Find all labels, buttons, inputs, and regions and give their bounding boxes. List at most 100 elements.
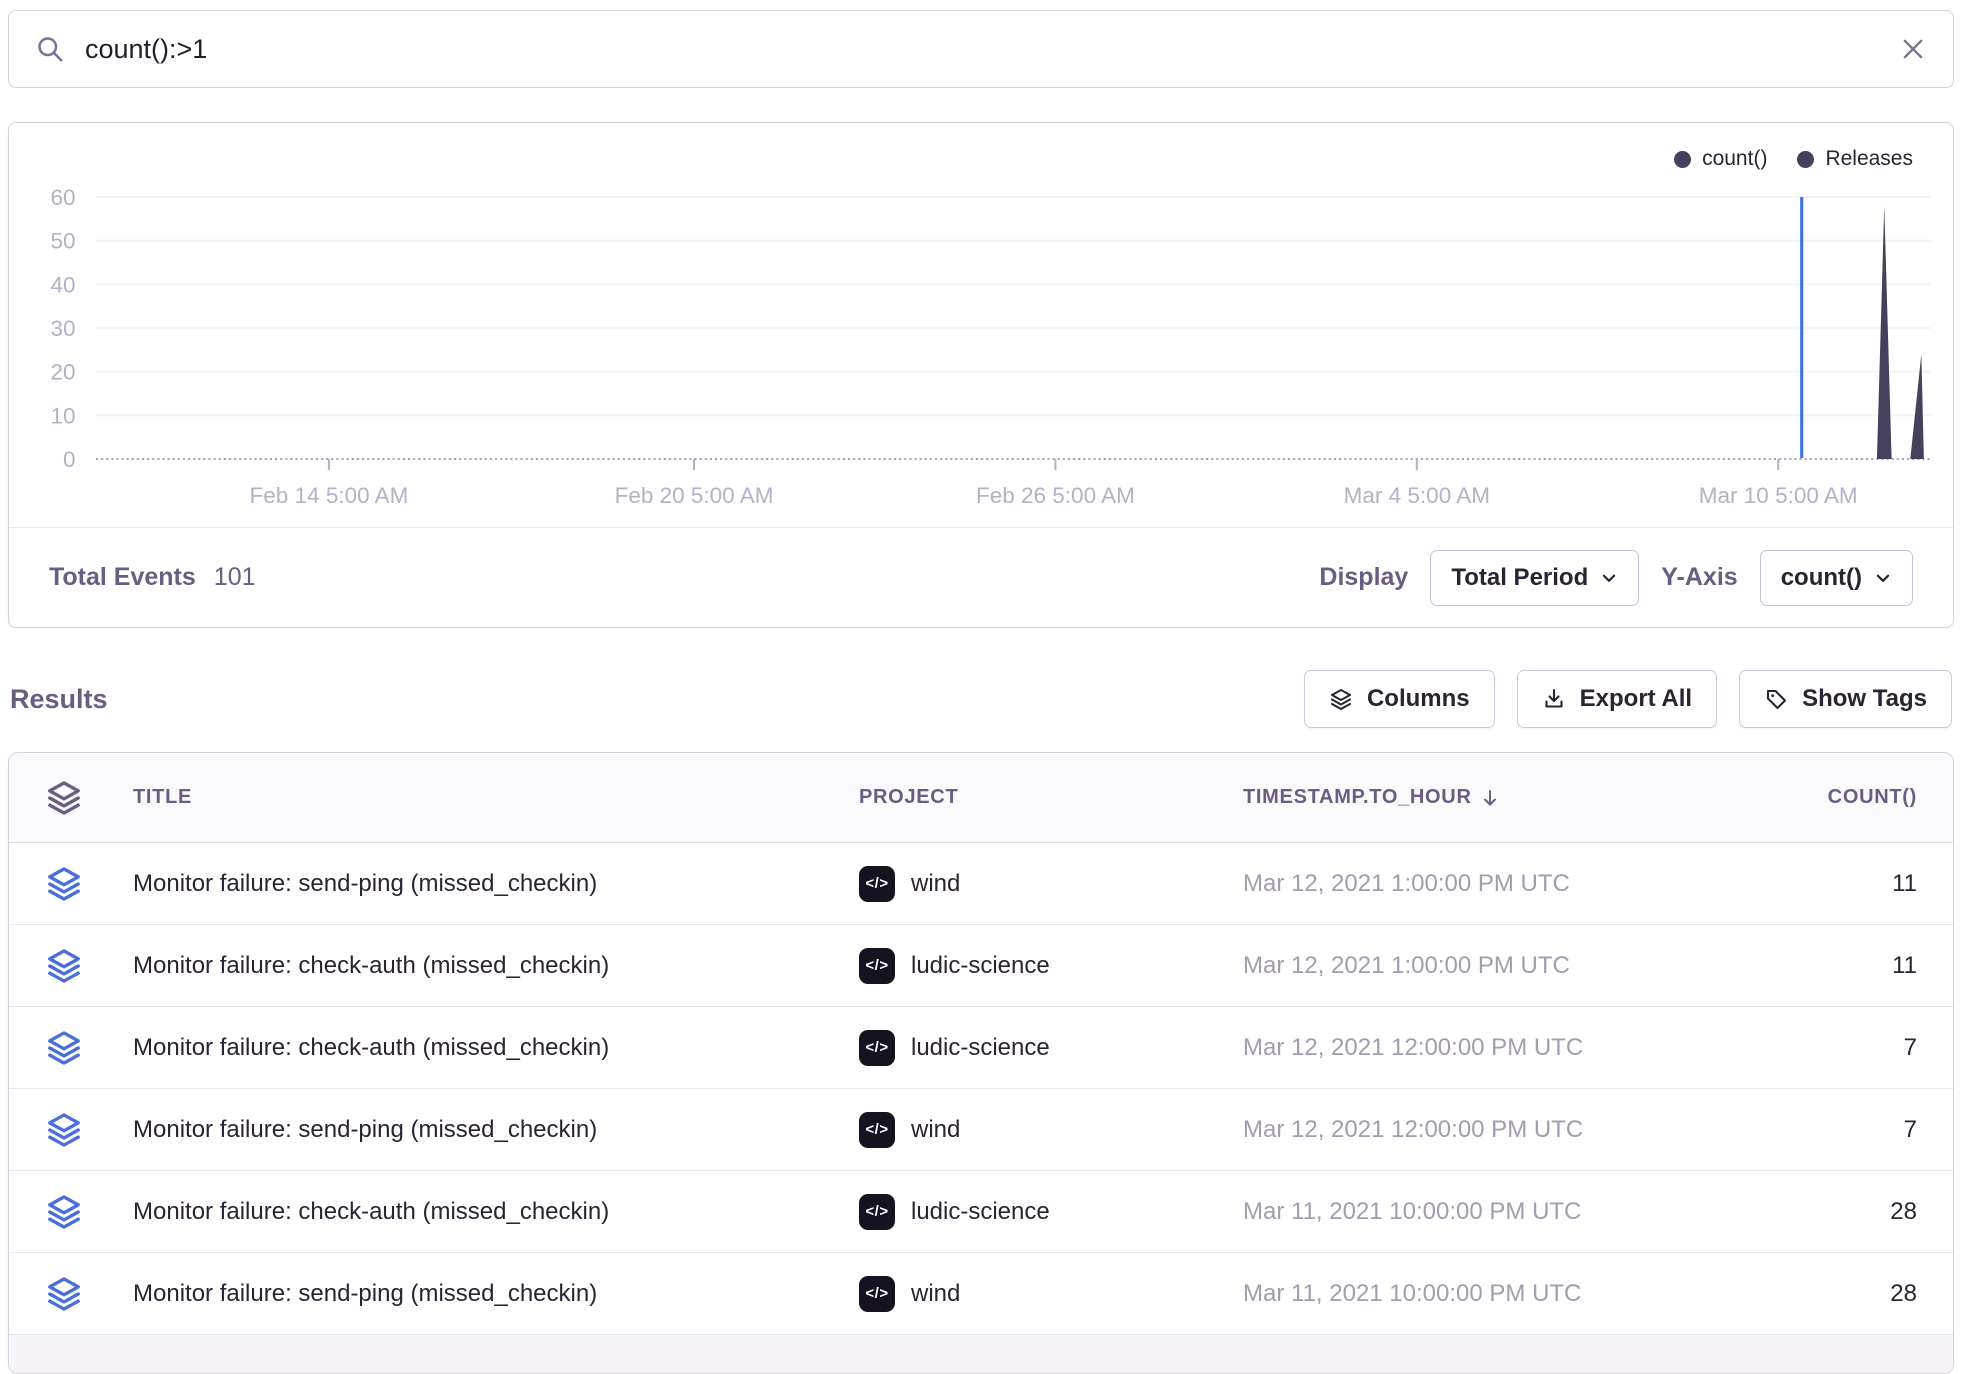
column-header-count[interactable]: COUNT() xyxy=(1807,786,1917,809)
row-title[interactable]: Monitor failure: send-ping (missed_check… xyxy=(133,1280,835,1308)
row-project: </> wind xyxy=(859,1276,1219,1312)
svg-text:Mar 10 5:00 AM: Mar 10 5:00 AM xyxy=(1699,483,1858,508)
table-row: Monitor failure: send-ping (missed_check… xyxy=(9,1253,1953,1335)
search-icon xyxy=(35,34,65,64)
svg-text:50: 50 xyxy=(50,229,75,254)
column-header-stack[interactable] xyxy=(45,778,109,818)
event-stack-icon[interactable] xyxy=(45,1028,83,1068)
table-header: TITLE PROJECT TIMESTAMP.TO_HOUR COUNT() xyxy=(9,753,1953,843)
events-chart: 0102030405060Feb 14 5:00 AMFeb 20 5:00 A… xyxy=(9,159,1953,527)
total-events-value: 101 xyxy=(214,563,256,592)
export-all-button[interactable]: Export All xyxy=(1517,670,1717,728)
table-body: Monitor failure: send-ping (missed_check… xyxy=(9,843,1953,1335)
row-title[interactable]: Monitor failure: send-ping (missed_check… xyxy=(133,1116,835,1144)
row-title[interactable]: Monitor failure: send-ping (missed_check… xyxy=(133,870,835,898)
project-platform-icon: </> xyxy=(859,1194,895,1230)
project-platform-icon: </> xyxy=(859,866,895,902)
tag-icon xyxy=(1764,687,1788,711)
display-dropdown[interactable]: Total Period xyxy=(1430,550,1639,606)
legend-label: Releases xyxy=(1825,147,1913,171)
svg-text:10: 10 xyxy=(50,404,75,429)
search-input[interactable] xyxy=(85,34,1879,65)
chart-legend: count() Releases xyxy=(1674,147,1913,171)
row-project: </> ludic-science xyxy=(859,1194,1219,1230)
event-stack-icon[interactable] xyxy=(45,1110,83,1150)
stack-icon xyxy=(1329,687,1353,711)
row-timestamp: Mar 11, 2021 10:00:00 PM UTC xyxy=(1243,1280,1783,1308)
row-timestamp: Mar 12, 2021 1:00:00 PM UTC xyxy=(1243,952,1783,980)
show-tags-button-label: Show Tags xyxy=(1802,685,1927,713)
row-timestamp: Mar 12, 2021 12:00:00 PM UTC xyxy=(1243,1116,1783,1144)
row-title[interactable]: Monitor failure: check-auth (missed_chec… xyxy=(133,952,835,980)
search-bar[interactable] xyxy=(8,10,1954,88)
chevron-down-icon xyxy=(1874,569,1892,587)
total-events-label: Total Events xyxy=(49,563,196,592)
legend-item-count[interactable]: count() xyxy=(1674,147,1767,171)
chart-panel: count() Releases 0102030405060Feb 14 5:0… xyxy=(8,122,1954,628)
row-count: 7 xyxy=(1807,1034,1917,1062)
column-header-title[interactable]: TITLE xyxy=(133,786,835,809)
table-footer xyxy=(9,1335,1953,1373)
export-all-button-label: Export All xyxy=(1580,685,1692,713)
row-count: 28 xyxy=(1807,1198,1917,1226)
table-row: Monitor failure: send-ping (missed_check… xyxy=(9,1089,1953,1171)
event-stack-icon[interactable] xyxy=(45,946,83,986)
row-timestamp: Mar 12, 2021 12:00:00 PM UTC xyxy=(1243,1034,1783,1062)
stack-icon xyxy=(45,778,83,818)
svg-text:20: 20 xyxy=(50,360,75,385)
chart-footer: Total Events 101 Display Total Period Y-… xyxy=(9,527,1953,627)
row-project: </> wind xyxy=(859,1112,1219,1148)
row-project: </> ludic-science xyxy=(859,1030,1219,1066)
column-header-project[interactable]: PROJECT xyxy=(859,786,1219,809)
results-heading: Results xyxy=(10,684,108,715)
row-title[interactable]: Monitor failure: check-auth (missed_chec… xyxy=(133,1034,835,1062)
legend-dot-icon xyxy=(1674,151,1691,168)
legend-item-releases[interactable]: Releases xyxy=(1797,147,1913,171)
download-icon xyxy=(1542,687,1566,711)
row-title[interactable]: Monitor failure: check-auth (missed_chec… xyxy=(133,1198,835,1226)
svg-text:Feb 20 5:00 AM: Feb 20 5:00 AM xyxy=(615,483,774,508)
columns-button-label: Columns xyxy=(1367,685,1470,713)
project-name: ludic-science xyxy=(911,952,1050,980)
y-axis-label: Y-Axis xyxy=(1661,563,1737,592)
row-count: 7 xyxy=(1807,1116,1917,1144)
row-count: 28 xyxy=(1807,1280,1917,1308)
project-platform-icon: </> xyxy=(859,1030,895,1066)
y-axis-dropdown[interactable]: count() xyxy=(1760,550,1913,606)
discover-page: count() Releases 0102030405060Feb 14 5:0… xyxy=(0,0,1962,1374)
project-name: wind xyxy=(911,1116,960,1144)
project-name: wind xyxy=(911,1280,960,1308)
row-timestamp: Mar 12, 2021 1:00:00 PM UTC xyxy=(1243,870,1783,898)
event-stack-icon[interactable] xyxy=(45,1192,83,1232)
y-axis-dropdown-value: count() xyxy=(1781,564,1862,592)
svg-text:Mar 4 5:00 AM: Mar 4 5:00 AM xyxy=(1344,483,1490,508)
show-tags-button[interactable]: Show Tags xyxy=(1739,670,1952,728)
display-dropdown-value: Total Period xyxy=(1451,564,1588,592)
svg-text:40: 40 xyxy=(50,273,75,298)
row-project: </> ludic-science xyxy=(859,948,1219,984)
row-count: 11 xyxy=(1807,870,1917,898)
results-header-row: Results Columns Export All Show Tags xyxy=(8,670,1954,728)
project-name: wind xyxy=(911,870,960,898)
table-row: Monitor failure: send-ping (missed_check… xyxy=(9,843,1953,925)
sort-desc-icon xyxy=(1480,788,1500,808)
project-platform-icon: </> xyxy=(859,1112,895,1148)
table-row: Monitor failure: check-auth (missed_chec… xyxy=(9,1007,1953,1089)
svg-text:Feb 14 5:00 AM: Feb 14 5:00 AM xyxy=(250,483,409,508)
svg-text:60: 60 xyxy=(50,185,75,210)
display-label: Display xyxy=(1319,563,1408,592)
event-stack-icon[interactable] xyxy=(45,864,83,904)
columns-button[interactable]: Columns xyxy=(1304,670,1495,728)
table-row: Monitor failure: check-auth (missed_chec… xyxy=(9,1171,1953,1253)
project-platform-icon: </> xyxy=(859,948,895,984)
legend-dot-icon xyxy=(1797,151,1814,168)
column-header-timestamp[interactable]: TIMESTAMP.TO_HOUR xyxy=(1243,786,1783,809)
project-name: ludic-science xyxy=(911,1198,1050,1226)
row-project: </> wind xyxy=(859,866,1219,902)
project-platform-icon: </> xyxy=(859,1276,895,1312)
row-count: 11 xyxy=(1807,952,1917,980)
svg-text:0: 0 xyxy=(63,447,76,472)
event-stack-icon[interactable] xyxy=(45,1274,83,1314)
clear-search-icon[interactable] xyxy=(1899,35,1927,63)
results-table: TITLE PROJECT TIMESTAMP.TO_HOUR COUNT() … xyxy=(8,752,1954,1374)
